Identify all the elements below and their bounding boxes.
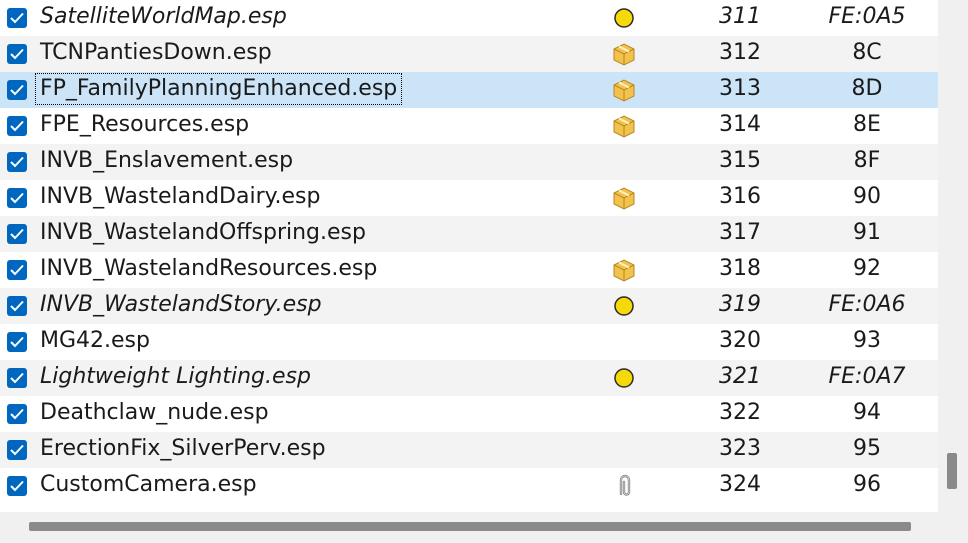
plugin-row[interactable]: FPE_Resources.esp 314 8E [0, 108, 938, 144]
mod-index: 90 [853, 184, 881, 209]
enabled-checkbox[interactable] [7, 44, 27, 64]
plugin-list: SatelliteWorldMap.esp 311 FE:0A5 TCNPant… [0, 0, 938, 512]
plugin-name: SatelliteWorldMap.esp [40, 4, 287, 29]
plugin-name: ErectionFix_SilverPerv.esp [40, 436, 326, 461]
enabled-checkbox[interactable] [7, 404, 27, 424]
light-plugin-dot-icon [611, 294, 637, 318]
load-order-index: 322 [719, 400, 761, 425]
plugin-name: INVB_WastelandResources.esp [40, 256, 378, 281]
plugin-name: TCNPantiesDown.esp [40, 40, 272, 65]
load-order-index: 312 [719, 40, 761, 65]
plugin-row[interactable]: INVB_WastelandOffspring.esp 317 91 [0, 216, 938, 252]
plugin-name: INVB_Enslavement.esp [40, 148, 294, 173]
paperclip-icon [611, 474, 637, 498]
plugin-name: CustomCamera.esp [40, 472, 257, 497]
mod-index: 8C [852, 40, 882, 65]
plugin-row[interactable]: Deathclaw_nude.esp 322 94 [0, 396, 938, 432]
mod-index: 95 [853, 436, 881, 461]
mod-index: 94 [853, 400, 881, 425]
load-order-index: 323 [719, 436, 761, 461]
plugin-row[interactable]: TCNPantiesDown.esp 312 8C [0, 36, 938, 72]
load-order-index: 320 [719, 328, 761, 353]
package-icon [611, 114, 637, 138]
enabled-checkbox[interactable] [7, 260, 27, 280]
package-icon [611, 258, 637, 282]
plugin-row[interactable]: INVB_WastelandResources.esp 318 92 [0, 252, 938, 288]
load-order-index: 319 [719, 292, 761, 317]
load-order-index: 316 [719, 184, 761, 209]
plugin-name: INVB_WastelandDairy.esp [40, 184, 321, 209]
plugin-name: INVB_WastelandStory.esp [40, 292, 322, 317]
load-order-index: 318 [719, 256, 761, 281]
load-order-index: 315 [719, 148, 761, 173]
mod-index: FE:0A5 [828, 4, 906, 29]
package-icon [611, 186, 637, 210]
enabled-checkbox[interactable] [7, 152, 27, 172]
load-order-index: 317 [719, 220, 761, 245]
plugin-name: MG42.esp [40, 328, 150, 353]
enabled-checkbox[interactable] [7, 476, 27, 496]
load-order-index: 314 [719, 112, 761, 137]
plugin-name: INVB_WastelandOffspring.esp [40, 220, 366, 245]
enabled-checkbox[interactable] [7, 296, 27, 316]
plugin-row[interactable]: INVB_Enslavement.esp 315 8F [0, 144, 938, 180]
mod-index: 8D [851, 76, 883, 101]
load-order-index: 321 [719, 364, 761, 389]
plugin-name: FPE_Resources.esp [40, 112, 250, 137]
enabled-checkbox[interactable] [7, 440, 27, 460]
plugin-name: Lightweight Lighting.esp [40, 364, 311, 389]
mod-index: 96 [853, 472, 881, 497]
mod-index: FE:0A7 [828, 364, 906, 389]
vertical-scroll-thumb[interactable] [947, 453, 957, 489]
plugin-name: FP_FamilyPlanningEnhanced.esp [34, 73, 403, 105]
enabled-checkbox[interactable] [7, 188, 27, 208]
enabled-checkbox[interactable] [7, 224, 27, 244]
load-order-index: 313 [719, 76, 761, 101]
mod-index: 93 [853, 328, 881, 353]
package-icon [611, 42, 637, 66]
plugin-row[interactable]: Lightweight Lighting.esp 321 FE:0A7 [0, 360, 938, 396]
mod-index: 91 [853, 220, 881, 245]
horizontal-scroll-thumb[interactable] [29, 522, 911, 531]
plugin-row[interactable]: ErectionFix_SilverPerv.esp 323 95 [0, 432, 938, 468]
plugin-row[interactable]: MG42.esp 320 93 [0, 324, 938, 360]
load-order-index: 311 [719, 4, 761, 29]
mod-index: 92 [853, 256, 881, 281]
enabled-checkbox[interactable] [7, 368, 27, 388]
plugin-row[interactable]: SatelliteWorldMap.esp 311 FE:0A5 [0, 0, 938, 36]
load-order-index: 324 [719, 472, 761, 497]
mod-index: 8F [853, 148, 881, 173]
enabled-checkbox[interactable] [7, 116, 27, 136]
light-plugin-dot-icon [611, 6, 637, 30]
light-plugin-dot-icon [611, 366, 637, 390]
enabled-checkbox[interactable] [7, 8, 27, 28]
mod-index: FE:0A6 [828, 292, 906, 317]
plugin-row[interactable]: CustomCamera.esp 324 96 [0, 468, 938, 504]
enabled-checkbox[interactable] [7, 332, 27, 352]
mod-index: 8E [853, 112, 881, 137]
plugin-row[interactable]: INVB_WastelandDairy.esp 316 90 [0, 180, 938, 216]
package-icon [611, 78, 637, 102]
plugin-name: Deathclaw_nude.esp [40, 400, 269, 425]
plugin-row-selected[interactable]: FP_FamilyPlanningEnhanced.esp 313 8D [0, 72, 938, 108]
enabled-checkbox[interactable] [7, 80, 27, 100]
plugin-row[interactable]: INVB_WastelandStory.esp 319 FE:0A6 [0, 288, 938, 324]
